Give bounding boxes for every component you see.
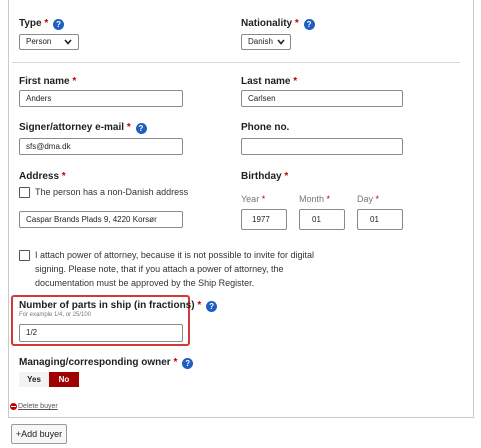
delete-buyer-link[interactable]: Delete buyer <box>18 403 58 410</box>
month-label: Month * <box>299 194 330 204</box>
power-of-attorney-line-3: documentation must be approved by the Sh… <box>35 278 255 288</box>
parts-hint: For example 1/4, or 25/100 <box>19 312 92 318</box>
last-name-label-text: Last name <box>241 76 291 87</box>
address-input[interactable]: Caspar Brands Plads 9, 4220 Korsør <box>19 211 183 228</box>
birth-day-input[interactable]: 01 <box>357 209 403 230</box>
managing-owner-no-button[interactable]: No <box>49 372 79 387</box>
power-of-attorney-line-1: I attach power of attorney, because it i… <box>35 250 314 260</box>
day-label-text: Day <box>357 194 374 204</box>
delete-icon[interactable] <box>10 403 17 410</box>
type-label-text: Type <box>19 18 42 29</box>
type-select-value: Person <box>26 37 52 46</box>
section-divider <box>12 62 460 63</box>
first-name-label-text: First name <box>19 76 70 87</box>
chevron-down-icon <box>64 39 72 45</box>
birthday-label: Birthday * <box>241 171 288 182</box>
last-name-label: Last name * <box>241 76 297 87</box>
type-select[interactable]: Person <box>19 34 79 50</box>
phone-label-text: Phone no. <box>241 122 290 133</box>
parts-label-text: Number of parts in ship (in fractions) <box>19 300 195 311</box>
required-mark: * <box>44 18 49 29</box>
birthday-label-text: Birthday <box>241 171 282 182</box>
help-icon[interactable]: ? <box>303 19 315 30</box>
last-name-input[interactable]: Carlsen <box>241 90 403 107</box>
required-mark: * <box>126 122 131 133</box>
birth-month-input[interactable]: 01 <box>299 209 345 230</box>
address-label: Address * <box>19 171 66 182</box>
managing-owner-yes-button[interactable]: Yes <box>19 372 49 387</box>
help-icon[interactable]: ? <box>182 358 194 369</box>
email-label-text: Signer/attorney e-mail <box>19 122 125 133</box>
required-mark: * <box>197 300 202 311</box>
required-mark: * <box>72 76 77 87</box>
help-icon[interactable]: ? <box>135 123 147 134</box>
nationality-select-value: Danish <box>248 37 273 46</box>
parts-label: Number of parts in ship (in fractions) *… <box>19 300 218 312</box>
phone-label: Phone no. <box>241 122 289 133</box>
first-name-label: First name * <box>19 76 76 87</box>
parts-input[interactable]: 1/2 <box>19 324 183 342</box>
nationality-label: Nationality * ? <box>241 18 315 30</box>
required-mark: * <box>326 194 331 204</box>
chevron-down-icon <box>277 39 285 45</box>
email-input[interactable]: sfs@dma.dk <box>19 138 183 155</box>
non-danish-address-label: The person has a non-Danish address <box>35 187 189 197</box>
day-label: Day * <box>357 194 379 204</box>
required-mark: * <box>173 357 178 368</box>
managing-owner-label-text: Managing/corresponding owner <box>19 357 171 368</box>
birth-year-input[interactable]: 1977 <box>241 209 287 230</box>
required-mark: * <box>293 76 298 87</box>
power-of-attorney-line-2: signing. Please note, that if you attach… <box>35 264 284 274</box>
nationality-select[interactable]: Danish <box>241 34 291 50</box>
required-mark: * <box>61 171 66 182</box>
managing-owner-label: Managing/corresponding owner * ? <box>19 357 194 369</box>
required-mark: * <box>375 194 380 204</box>
first-name-input[interactable]: Anders <box>19 90 183 107</box>
month-label-text: Month <box>299 194 325 204</box>
nationality-label-text: Nationality <box>241 18 293 29</box>
required-mark: * <box>294 18 299 29</box>
year-label-text: Year <box>241 194 260 204</box>
phone-input[interactable] <box>241 138 403 155</box>
email-label: Signer/attorney e-mail * ? <box>19 122 147 134</box>
address-label-text: Address <box>19 171 60 182</box>
help-icon[interactable]: ? <box>206 301 218 312</box>
non-danish-address-checkbox[interactable] <box>19 187 30 198</box>
power-of-attorney-checkbox[interactable] <box>19 250 30 261</box>
required-mark: * <box>284 171 289 182</box>
add-buyer-button[interactable]: +Add buyer <box>11 424 67 444</box>
required-mark: * <box>261 194 266 204</box>
type-label: Type * ? <box>19 18 65 30</box>
year-label: Year * <box>241 194 265 204</box>
help-icon[interactable]: ? <box>53 19 65 30</box>
